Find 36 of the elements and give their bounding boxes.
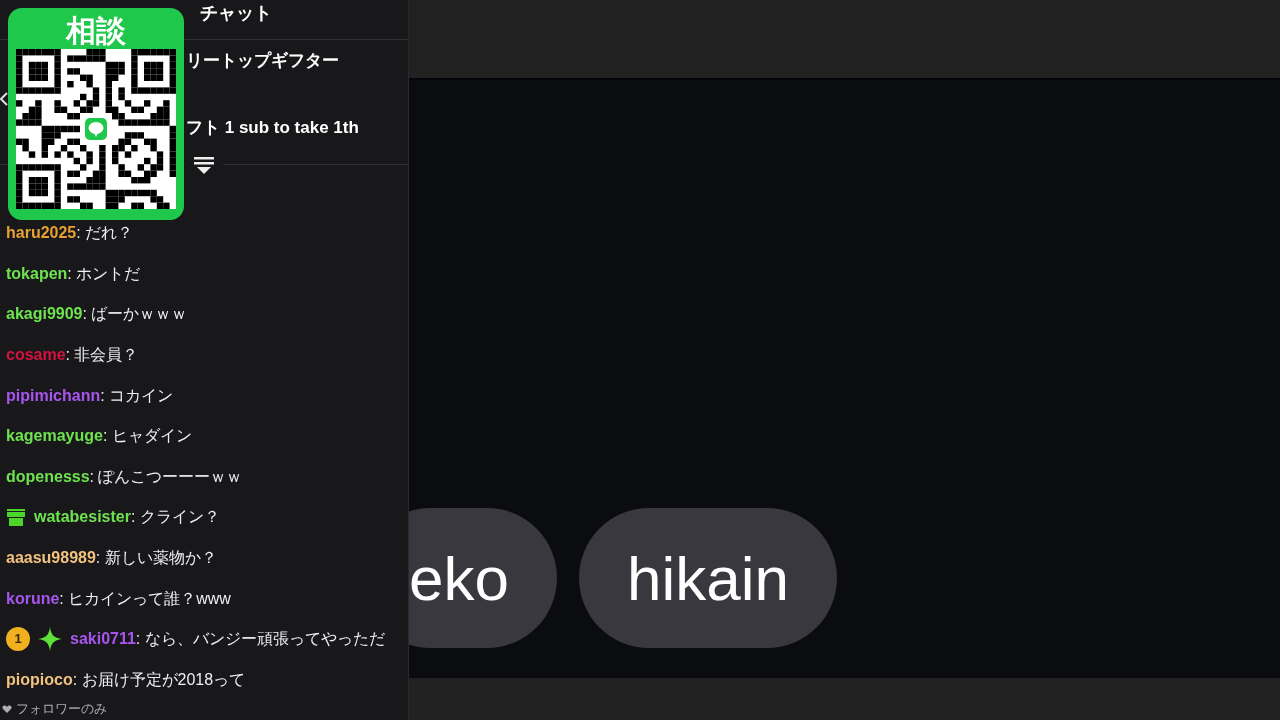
- chat-message: : クライン？: [130, 507, 220, 528]
- chat-message: : ヒカインって誰？www: [59, 588, 231, 609]
- chat-message: : 新しい薬物か？: [95, 547, 217, 568]
- chat-message: : だれ？: [76, 223, 134, 244]
- chat-username[interactable]: dopenesss: [6, 464, 90, 489]
- tag-chip: eko: [409, 508, 557, 648]
- chat-message: : 非会員？: [65, 344, 139, 365]
- chat-username[interactable]: kagemayuge: [6, 424, 103, 449]
- chat-username[interactable]: pipimichann: [6, 383, 101, 408]
- rank-badge: 1: [6, 627, 30, 652]
- sparkle-icon: [38, 627, 62, 652]
- chat-message: : コカイン: [100, 385, 174, 406]
- tag-chip: hikain: [578, 508, 837, 648]
- chat-username[interactable]: akagi9909: [6, 302, 83, 327]
- chat-username[interactable]: korune: [6, 586, 60, 611]
- pinned-text: リートップギフター: [186, 49, 340, 72]
- chevron-left-icon[interactable]: [0, 92, 8, 106]
- qr-card-title: 相談: [66, 13, 126, 49]
- chat-message: : ばーかｗｗｗ: [82, 304, 188, 325]
- heart-icon: [2, 704, 12, 714]
- chat-username[interactable]: aaasu98989: [6, 545, 96, 570]
- chat-message: : お届け予定が2018って: [72, 669, 246, 690]
- chat-mode-text: フォロワーのみ: [16, 700, 107, 719]
- chat-username[interactable]: haru2025: [6, 221, 77, 246]
- chat-username[interactable]: saki0711: [70, 627, 136, 652]
- gift-icon: [6, 508, 26, 527]
- chat-title: チャット: [200, 1, 272, 25]
- chat-message: : ホントだ: [67, 263, 141, 284]
- chat-message: : なら、バンジー頑張ってやっただ: [135, 629, 385, 650]
- chat-message: : ヒャダイン: [102, 426, 192, 447]
- pinned-text: フト 1 sub to take 1th: [186, 117, 360, 140]
- chat-username[interactable]: watabesister: [34, 505, 131, 530]
- chat-message: : ぽんこつーーーｗｗ: [89, 466, 243, 487]
- arrow-down-icon[interactable]: [193, 155, 215, 176]
- chat-username[interactable]: tokapen: [6, 261, 68, 286]
- chat-username[interactable]: piopioco: [6, 667, 73, 692]
